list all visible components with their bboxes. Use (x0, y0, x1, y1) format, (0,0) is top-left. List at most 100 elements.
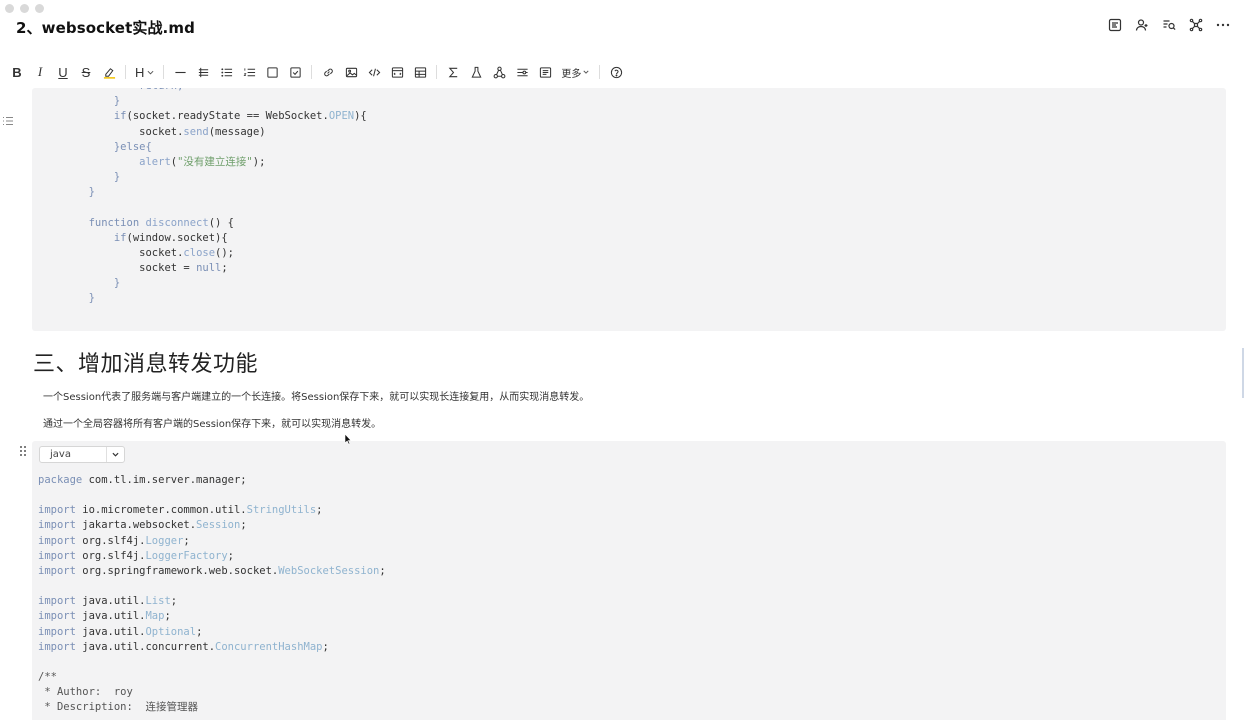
code-token: ; (316, 504, 323, 517)
more-menu[interactable]: 更多 (561, 65, 589, 80)
outline-toggle-icon[interactable] (2, 112, 14, 125)
code-token: ; (183, 534, 190, 547)
formula-button[interactable] (446, 62, 460, 82)
code-line: import io.micrometer.common.util.StringU… (38, 503, 386, 518)
square-icon (267, 66, 278, 78)
code-token: * Author: roy (38, 686, 133, 699)
chemistry-button[interactable] (469, 62, 483, 82)
help-button[interactable] (609, 62, 623, 82)
code-token: } (88, 292, 95, 305)
task-list-button[interactable] (288, 62, 302, 82)
ordered-list-icon (243, 67, 255, 76)
code-token: ){ (354, 110, 367, 123)
code-token: Optional (145, 625, 197, 638)
language-select[interactable]: java (39, 446, 125, 463)
more-options-icon[interactable] (1216, 18, 1230, 32)
code-token: import (38, 564, 76, 577)
code-token: java.util. (75, 610, 146, 623)
mouse-cursor-icon (344, 433, 352, 445)
code-token: Session (196, 519, 241, 532)
paragraph: 一个Session代表了服务端与客户端建立的一个长连接。将Session保存下来… (43, 392, 590, 403)
code-line: import java.util.Map; (38, 609, 386, 624)
search-replace-icon[interactable] (1162, 18, 1176, 32)
code-token: StringUtils (246, 504, 317, 517)
share-user-icon[interactable] (1135, 18, 1149, 32)
code-token: import (38, 595, 76, 608)
checked-square-icon (290, 66, 301, 78)
code-token: LoggerFactory (145, 549, 228, 562)
code-token: } (113, 95, 121, 108)
code-line: } (38, 291, 367, 306)
code-line: import java.util.List; (38, 594, 386, 609)
chevron-down-icon (583, 70, 589, 74)
quote-button[interactable] (196, 62, 210, 82)
document-title: 2、websocket实战.md (16, 19, 195, 37)
sigma-icon (448, 67, 458, 77)
code-token: alert (139, 155, 171, 168)
code-line: /** (38, 670, 386, 685)
code-line: * Description: 连接管理器 (38, 700, 386, 715)
heading-dropdown[interactable]: H (135, 62, 154, 82)
code-button[interactable] (367, 62, 381, 82)
code-token: /** (38, 671, 57, 684)
code-token: import (38, 640, 76, 653)
code-token: com.tl.im.server.manager; (82, 474, 247, 486)
toc-button[interactable] (538, 62, 552, 82)
help-icon (610, 66, 623, 78)
language-value: java (50, 449, 71, 460)
code-token: if (113, 231, 127, 244)
code-line: } (38, 170, 367, 185)
mindmap-icon[interactable] (1189, 18, 1203, 32)
code-token: * Description: 连接管理器 (38, 701, 198, 714)
strikethrough-button[interactable]: S (79, 62, 93, 82)
code-line: package com.tl.im.server.manager; (38, 473, 386, 488)
code-token: jakarta.websocket. (75, 519, 197, 532)
code-token: org.slf4j. (75, 549, 146, 562)
heading-label: H (135, 64, 145, 80)
outline-view-icon[interactable] (1108, 18, 1122, 32)
code-line: import jakarta.websocket.Session; (38, 518, 386, 533)
image-button[interactable] (344, 62, 358, 82)
more-label: 更多 (561, 68, 582, 80)
toolbar-divider (599, 65, 601, 79)
paragraph: 通过一个全局容器将所有客户端的Session保存下来，就可以实现消息转发。 (43, 419, 382, 430)
code-token: ; (240, 519, 247, 532)
checkbox-button[interactable] (265, 62, 279, 82)
maximize-window-button[interactable] (35, 4, 44, 13)
underline-button[interactable]: U (56, 62, 70, 82)
toolbar-divider (125, 65, 126, 79)
minimize-window-button[interactable] (20, 4, 29, 13)
ordered-list-button[interactable] (242, 62, 256, 82)
code-token: ; (196, 625, 203, 638)
code-token: (message) (208, 125, 266, 138)
italic-button[interactable]: I (33, 62, 47, 82)
window-controls[interactable] (5, 4, 44, 13)
flask-icon (471, 66, 482, 78)
code-block-button[interactable] (390, 62, 404, 82)
code-token: } (113, 277, 121, 290)
code-token: "没有建立连接" (177, 155, 253, 168)
code-token: ConcurrentHashMap (215, 640, 323, 653)
toc-icon (539, 66, 552, 78)
code-block-javascript[interactable]: return; } if(socket.readyState == WebSoc… (32, 88, 1226, 331)
bullet-list-button[interactable] (219, 62, 233, 82)
code-token: Logger (145, 534, 184, 547)
code-token: List (145, 595, 171, 608)
timeline-button[interactable] (515, 62, 529, 82)
code-token: close (183, 246, 216, 259)
code-token: ; (221, 262, 228, 275)
link-button[interactable] (321, 62, 335, 82)
code-token: import (38, 534, 76, 547)
flowchart-button[interactable] (492, 62, 506, 82)
horizontal-rule-button[interactable] (173, 62, 187, 82)
bold-button[interactable]: B (10, 62, 24, 82)
code-block-icon (391, 66, 404, 78)
highlight-button[interactable] (102, 62, 116, 82)
table-button[interactable] (413, 62, 427, 82)
block-drag-handle-icon[interactable] (19, 442, 27, 456)
code-block-java[interactable]: java package com.tl.im.server.manager; i… (32, 441, 1226, 720)
close-window-button[interactable] (5, 4, 14, 13)
code-token: package (38, 474, 83, 486)
code-content: package com.tl.im.server.manager; import… (38, 473, 386, 716)
